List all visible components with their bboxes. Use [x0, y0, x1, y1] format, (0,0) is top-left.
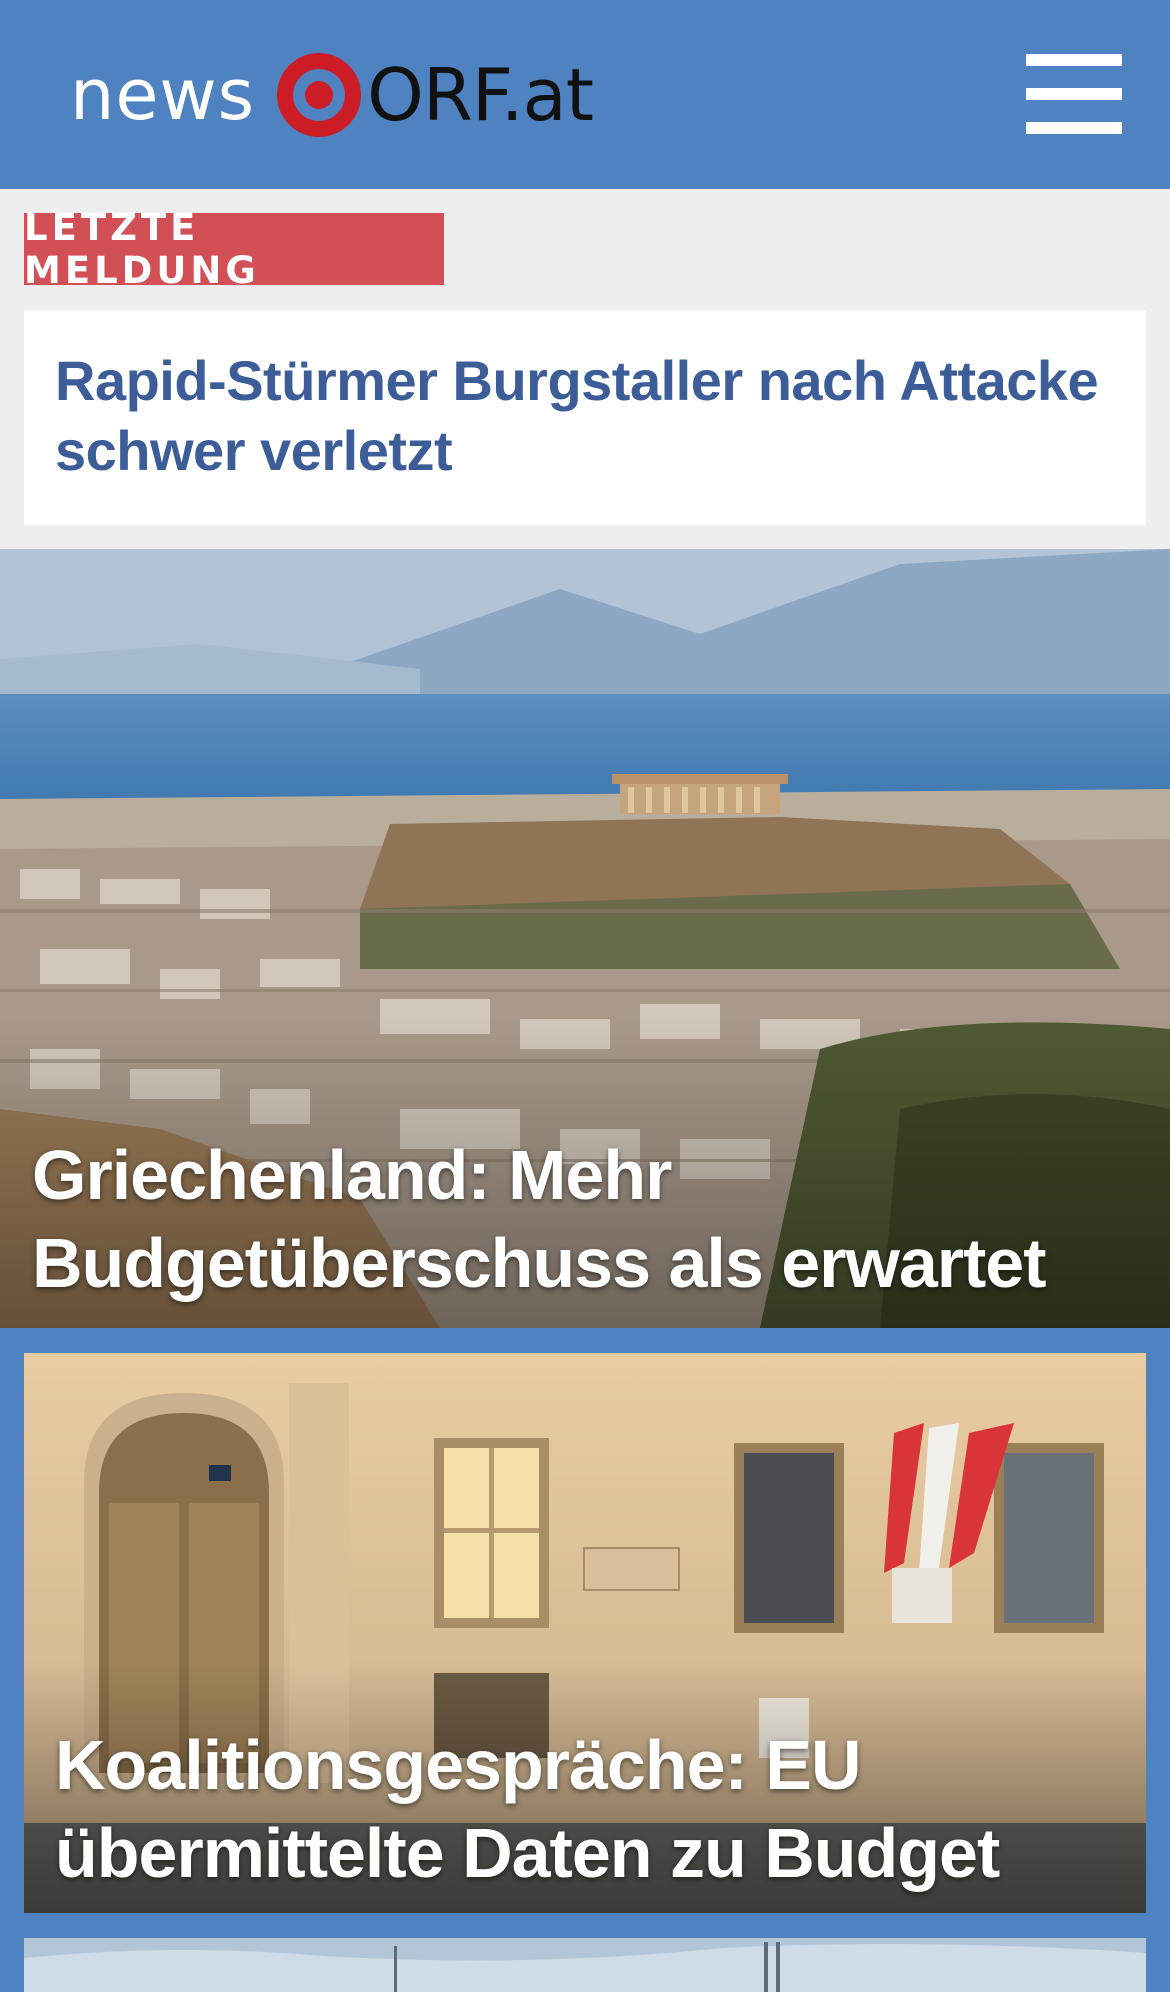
breaking-news-headline[interactable]: Rapid-Stürmer Burgstaller nach Attacke s…	[55, 346, 1116, 486]
story-headline-coalition[interactable]: Koalitionsgespräche: EU übermittelte Dat…	[55, 1721, 1115, 1897]
next-story-photo	[24, 1938, 1146, 1992]
breaking-news-badge: LETZTE MELDUNG	[24, 206, 444, 292]
breaking-news-card[interactable]: Rapid-Stürmer Burgstaller nach Attacke s…	[24, 310, 1146, 525]
orf-target-icon	[277, 53, 362, 137]
orf-news-logo[interactable]: news ORF.at	[70, 50, 594, 140]
story-headline-greece[interactable]: Griechenland: Mehr Budgetüberschuss als …	[32, 1131, 1142, 1307]
logo-orf-text: ORF.at	[367, 53, 594, 137]
story-card-next[interactable]	[24, 1938, 1146, 1992]
hamburger-menu-icon[interactable]	[1026, 52, 1122, 136]
story-card-greece[interactable]: Griechenland: Mehr Budgetüberschuss als …	[0, 549, 1170, 1328]
logo-news-text: news	[70, 54, 256, 136]
site-header: news ORF.at	[0, 0, 1170, 189]
story-card-coalition[interactable]: Koalitionsgespräche: EU übermittelte Dat…	[24, 1353, 1146, 1913]
